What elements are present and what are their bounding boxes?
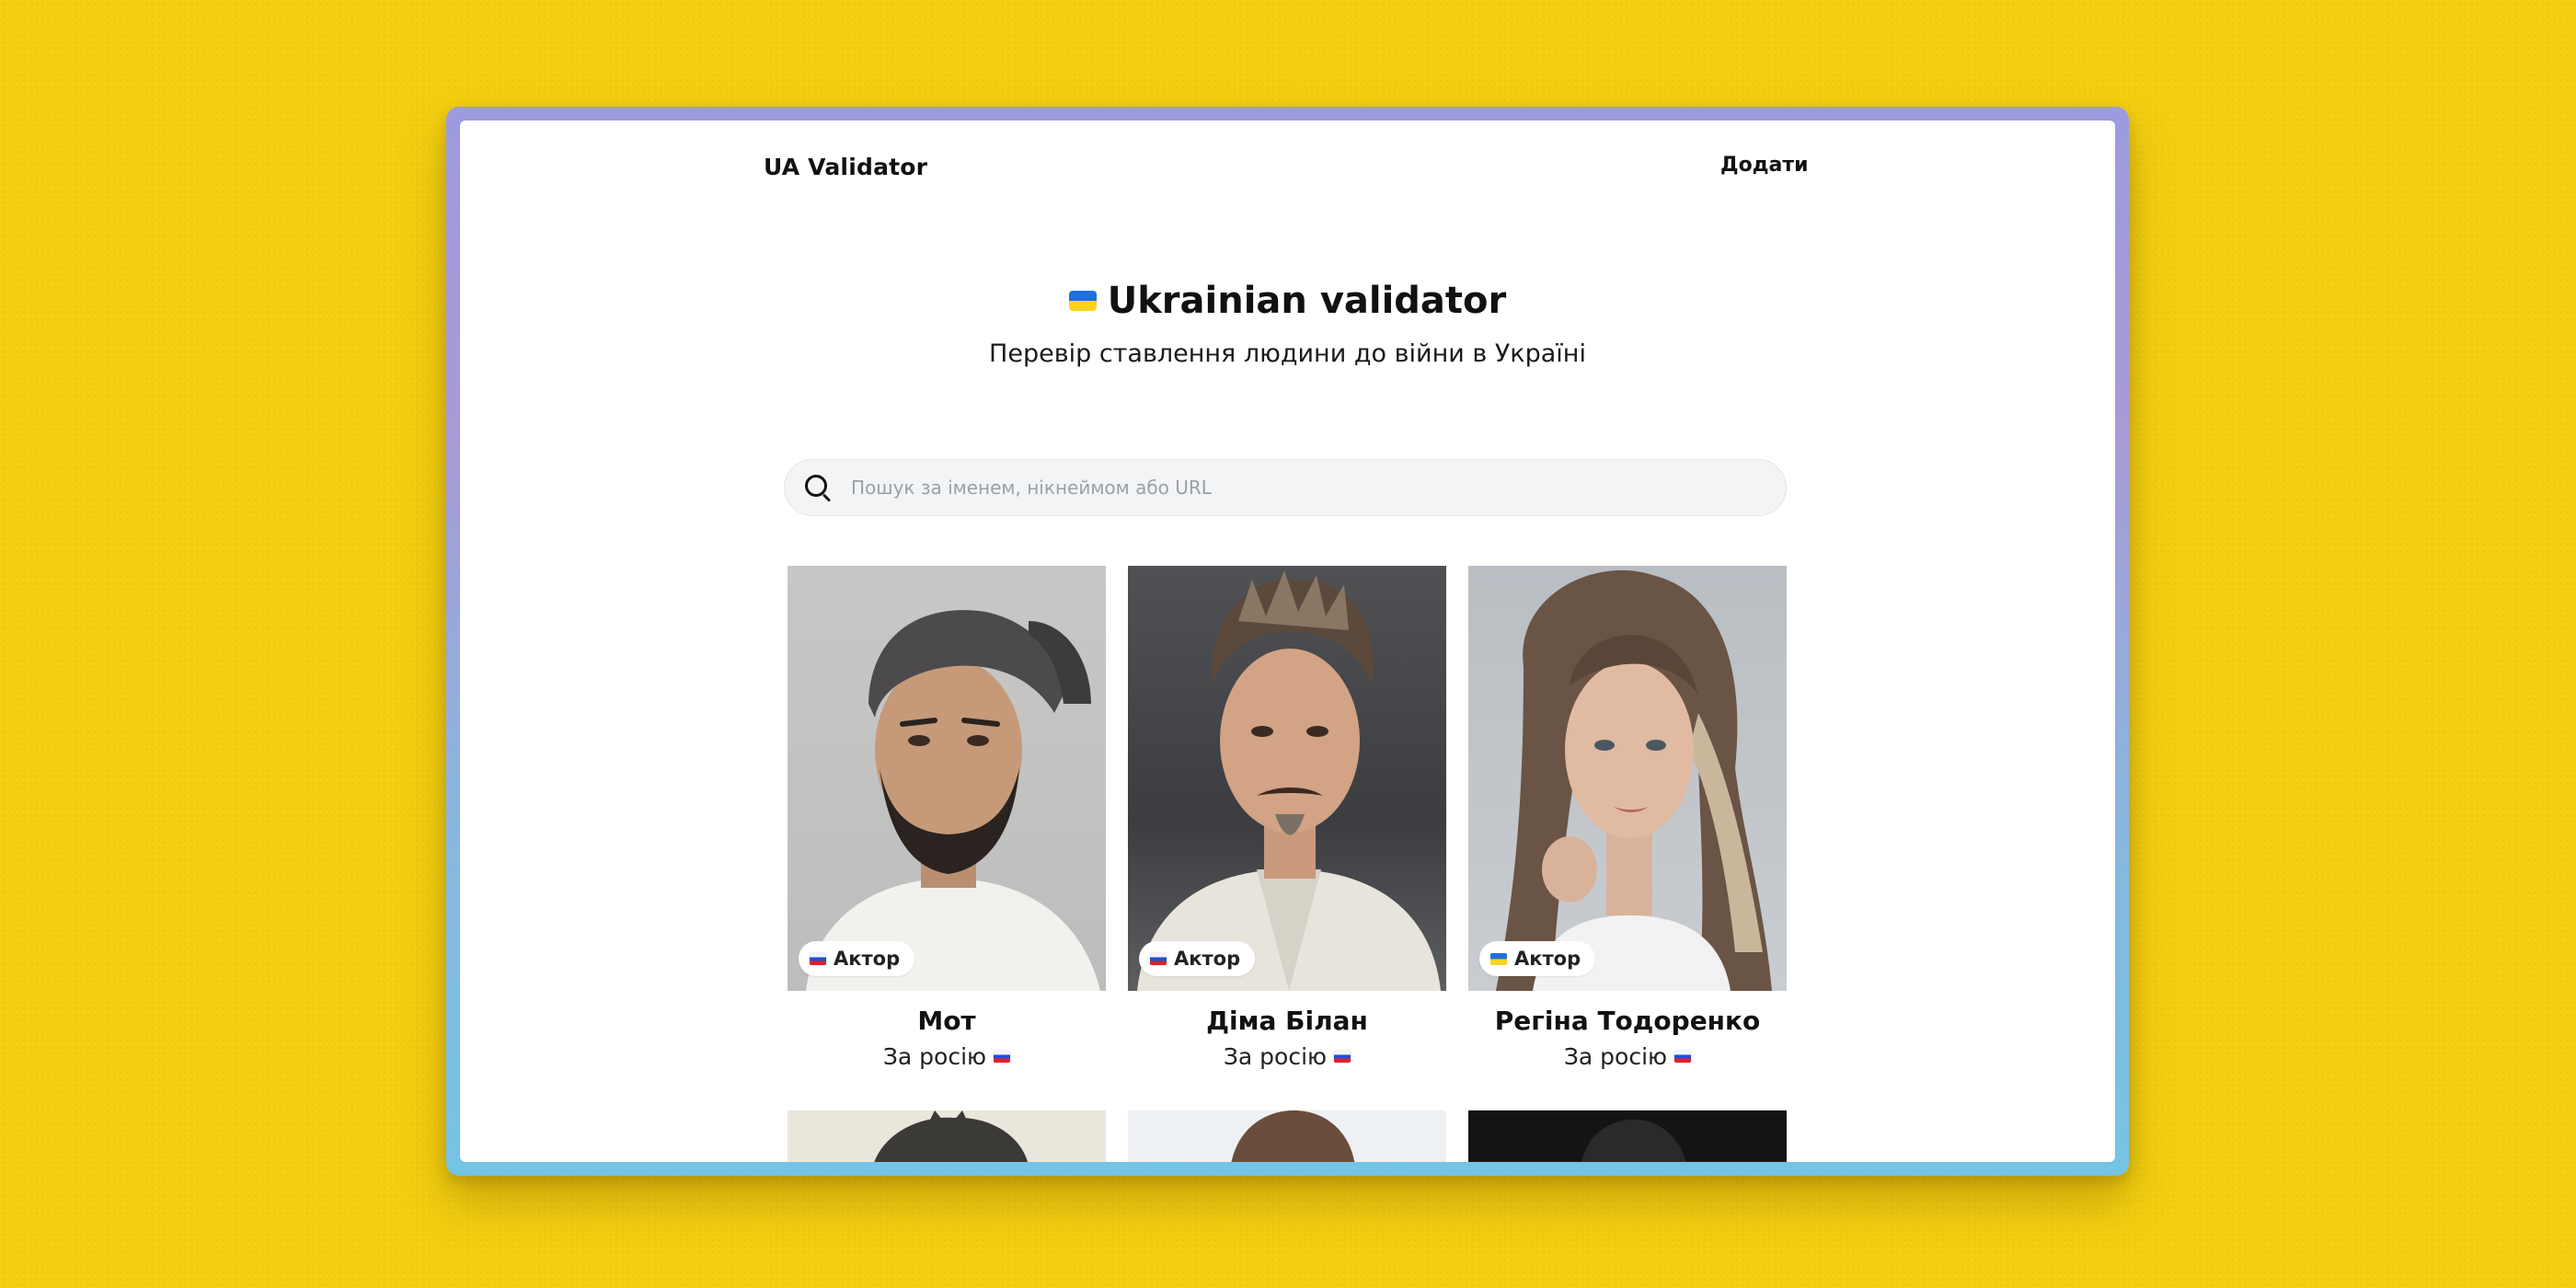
ukraine-flag-icon [1490, 952, 1507, 965]
person-name[interactable]: Регіна Тодоренко [1468, 1006, 1787, 1036]
portrait-illustration [1496, 569, 1772, 991]
add-button[interactable]: Додати [1720, 154, 1809, 177]
category-badge-label: Актор [1174, 948, 1241, 970]
russia-flag-icon [1150, 952, 1167, 965]
person-name[interactable]: Діма Білан [1128, 1006, 1446, 1036]
portrait-illustration [874, 1110, 1028, 1162]
search-icon[interactable] [799, 469, 836, 506]
person-photo[interactable] [1128, 1110, 1446, 1162]
category-badge-label: Актор [834, 948, 901, 970]
russia-flag-icon [1674, 1051, 1692, 1063]
page-title-text: Ukrainian validator [1107, 280, 1507, 322]
russia-flag-icon [994, 1051, 1011, 1063]
category-badge: Актор [799, 941, 915, 976]
hero-section: Ukrainian validator Перевір ставлення лю… [460, 282, 2115, 368]
category-badge-label: Актор [1514, 948, 1581, 970]
search-bar[interactable] [784, 459, 1787, 516]
person-card-regina-todorenko[interactable]: Актор Регіна Тодоренко За росію [1468, 566, 1787, 1070]
person-card-mot[interactable]: Актор Мот За росію [788, 566, 1106, 1070]
person-photo[interactable] [788, 1110, 1106, 1162]
category-badge: Актор [1139, 941, 1256, 976]
person-status: За росію [788, 1043, 1106, 1070]
person-status: За росію [1128, 1043, 1446, 1070]
person-card-dima-bilan[interactable]: Актор Діма Білан За росію [1128, 566, 1446, 1070]
russia-flag-icon [810, 952, 826, 965]
ukraine-flag-icon [1068, 291, 1097, 311]
person-status-label: За росію [1223, 1043, 1328, 1070]
person-status-label: За росію [1563, 1043, 1668, 1070]
browser-window-frame: UA Validator Додати Ukrainian validator … [446, 107, 2129, 1176]
page-title: Ukrainian validator [1068, 280, 1507, 322]
site-logo[interactable]: UA Validator [764, 154, 927, 180]
category-badge: Актор [1479, 941, 1596, 976]
person-photo[interactable]: Актор [788, 566, 1106, 991]
page-viewport: UA Validator Додати Ukrainian validator … [460, 121, 2115, 1162]
person-photo[interactable] [1468, 1110, 1787, 1162]
person-name[interactable]: Мот [788, 1006, 1106, 1036]
person-photo[interactable]: Актор [1468, 566, 1787, 991]
person-photo[interactable]: Актор [1128, 566, 1446, 991]
portrait-illustration [1137, 570, 1441, 991]
person-status: За росію [1468, 1043, 1787, 1070]
people-grid-row-2 [788, 1110, 1790, 1162]
page-subtitle: Перевір ставлення людини до війни в Укра… [989, 339, 1586, 368]
portrait-illustration [1231, 1110, 1355, 1162]
portrait-illustration [1581, 1120, 1686, 1162]
russia-flag-icon [1334, 1051, 1351, 1063]
search-input[interactable] [849, 476, 1736, 500]
portrait-illustration [806, 610, 1100, 991]
person-status-label: За росію [882, 1043, 987, 1070]
